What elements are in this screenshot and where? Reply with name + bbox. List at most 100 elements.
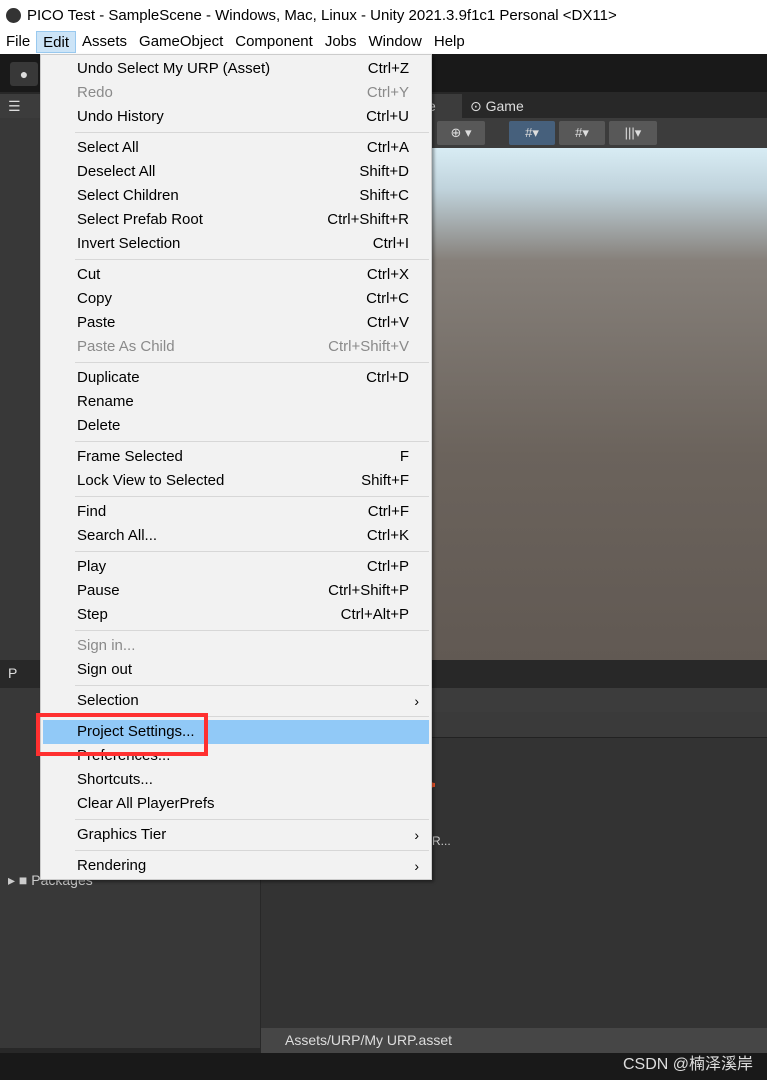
menu-item-undo-select-my-urp-asset[interactable]: Undo Select My URP (Asset) Ctrl+Z bbox=[41, 57, 431, 81]
menu-item-sign-out[interactable]: Sign out bbox=[41, 658, 431, 682]
menu-gameobject[interactable]: GameObject bbox=[133, 31, 229, 53]
menu-item-step[interactable]: Step Ctrl+Alt+P bbox=[41, 603, 431, 627]
menu-edit[interactable]: Edit bbox=[36, 31, 77, 53]
menu-item-label: Undo Select My URP (Asset) bbox=[77, 60, 271, 77]
menu-help[interactable]: Help bbox=[428, 31, 471, 53]
menu-item-label: Select Prefab Root bbox=[77, 211, 203, 228]
menu-item-shortcut: Ctrl+D bbox=[366, 369, 409, 386]
scene-view[interactable] bbox=[432, 148, 767, 660]
ruler-button[interactable]: |||▾ bbox=[609, 121, 657, 145]
menu-item-undo-history[interactable]: Undo History Ctrl+U bbox=[41, 105, 431, 129]
menu-assets[interactable]: Assets bbox=[76, 31, 133, 53]
menu-item-lock-view-to-selected[interactable]: Lock View to Selected Shift+F bbox=[41, 469, 431, 493]
menu-item-label: Play bbox=[77, 558, 107, 575]
menu-item-shortcut: Ctrl+Y bbox=[366, 84, 409, 101]
menu-item-graphics-tier[interactable]: Graphics Tier › bbox=[41, 823, 431, 847]
menu-item-shortcut: Ctrl+Shift+R bbox=[327, 211, 409, 228]
menu-item-shortcut: Shift+C bbox=[359, 187, 409, 204]
menu-item-label: Sign out bbox=[77, 661, 133, 678]
grid-snap-button[interactable]: #▾ bbox=[509, 121, 555, 145]
unity-logo-icon bbox=[6, 7, 21, 23]
tab-hierarchy[interactable]: ☰ H bbox=[0, 94, 40, 138]
menu-item-label: Invert Selection bbox=[77, 235, 181, 252]
chevron-right-icon: › bbox=[414, 858, 419, 874]
account-button[interactable]: ● bbox=[10, 62, 38, 86]
menu-item-label: Undo History bbox=[77, 108, 164, 125]
menu-item-shortcut: Ctrl+Shift+V bbox=[328, 338, 409, 355]
menu-separator bbox=[41, 438, 431, 445]
menu-item-label: Selection bbox=[77, 692, 139, 709]
watermark: CSDN @楠泽溪岸 bbox=[622, 1056, 753, 1073]
menu-item-pause[interactable]: Pause Ctrl+Shift+P bbox=[41, 579, 431, 603]
menu-item-copy[interactable]: Copy Ctrl+C bbox=[41, 287, 431, 311]
menu-item-shortcut: F bbox=[399, 448, 409, 465]
menu-item-selection[interactable]: Selection › bbox=[41, 689, 431, 713]
menu-item-label: Sign in... bbox=[77, 637, 136, 654]
gamepad-icon: ⊙ bbox=[470, 98, 482, 114]
menu-item-shortcut: Ctrl+V bbox=[366, 314, 409, 331]
menu-item-clear-all-playerprefs[interactable]: Clear All PlayerPrefs bbox=[41, 792, 431, 816]
menu-component[interactable]: Component bbox=[229, 31, 319, 53]
menu-item-duplicate[interactable]: Duplicate Ctrl+D bbox=[41, 366, 431, 390]
menu-item-label: Step bbox=[77, 606, 108, 623]
menu-item-rendering[interactable]: Rendering › bbox=[41, 854, 431, 878]
menu-item-label: Copy bbox=[77, 290, 113, 307]
menu-separator bbox=[41, 493, 431, 500]
menu-item-shortcut: Ctrl+Z bbox=[367, 60, 409, 77]
menu-item-search-all[interactable]: Search All... Ctrl+K bbox=[41, 524, 431, 548]
menu-bar: File Edit Assets GameObject Component Jobs Win… bbox=[0, 30, 767, 54]
menu-item-shortcut: Ctrl+U bbox=[366, 108, 409, 125]
tab-label: Game bbox=[485, 98, 524, 114]
menu-item-select-children[interactable]: Select Children Shift+C bbox=[41, 184, 431, 208]
global-toggle-button[interactable]: ⊕ ▾ bbox=[437, 121, 485, 145]
snap-increment-button[interactable]: #▾ bbox=[559, 121, 605, 145]
menu-item-label: Search All... bbox=[77, 527, 158, 544]
menu-item-label: Delete bbox=[77, 417, 121, 434]
menu-item-rename[interactable]: Rename bbox=[41, 390, 431, 414]
menu-item-find[interactable]: Find Ctrl+F bbox=[41, 500, 431, 524]
menu-item-shortcut: Ctrl+X bbox=[366, 266, 409, 283]
menu-item-cut[interactable]: Cut Ctrl+X bbox=[41, 263, 431, 287]
chevron-right-icon: › bbox=[414, 693, 419, 709]
menu-item-paste-as-child: Paste As Child Ctrl+Shift+V bbox=[41, 335, 431, 359]
menu-item-deselect-all[interactable]: Deselect All Shift+D bbox=[41, 160, 431, 184]
menu-item-frame-selected[interactable]: Frame Selected F bbox=[41, 445, 431, 469]
menu-item-label: Deselect All bbox=[77, 163, 156, 180]
menu-item-delete[interactable]: Delete bbox=[41, 414, 431, 438]
menu-file[interactable]: File bbox=[0, 31, 36, 53]
menu-jobs[interactable]: Jobs bbox=[319, 31, 363, 53]
menu-item-shortcut: Ctrl+A bbox=[366, 139, 409, 156]
menu-item-label: Cut bbox=[77, 266, 101, 283]
menu-item-label: Select Children bbox=[77, 187, 179, 204]
window-title: PICO Test - SampleScene - Windows, Mac, … bbox=[27, 6, 617, 24]
menu-item-label: Graphics Tier bbox=[77, 826, 167, 843]
menu-item-label: Clear All PlayerPrefs bbox=[77, 795, 215, 812]
menu-item-label: Shortcuts... bbox=[77, 771, 153, 788]
tab-game[interactable]: ⊙ Game bbox=[462, 94, 552, 118]
menu-item-label: Pause bbox=[77, 582, 120, 599]
menu-item-shortcut: Shift+D bbox=[359, 163, 409, 180]
menu-separator bbox=[41, 256, 431, 263]
menu-item-shortcut: Ctrl+P bbox=[366, 558, 409, 575]
menu-item-label: Lock View to Selected bbox=[77, 472, 225, 489]
menu-separator bbox=[41, 129, 431, 136]
menu-separator bbox=[41, 847, 431, 854]
menu-item-play[interactable]: Play Ctrl+P bbox=[41, 555, 431, 579]
menu-item-label: Rendering bbox=[77, 857, 147, 874]
asset-label: R... bbox=[432, 834, 451, 848]
menu-item-paste[interactable]: Paste Ctrl+V bbox=[41, 311, 431, 335]
menu-item-sign-in: Sign in... bbox=[41, 634, 431, 658]
menu-window[interactable]: Window bbox=[363, 31, 428, 53]
menu-item-shortcut: Ctrl+F bbox=[367, 503, 409, 520]
menu-item-label: Paste bbox=[77, 314, 116, 331]
menu-item-shortcut: Ctrl+K bbox=[366, 527, 409, 544]
menu-item-select-all[interactable]: Select All Ctrl+A bbox=[41, 136, 431, 160]
tab-project[interactable]: P bbox=[8, 665, 17, 681]
menu-item-shortcut: Ctrl+C bbox=[366, 290, 409, 307]
title-bar: PICO Test - SampleScene - Windows, Mac, … bbox=[0, 0, 767, 30]
menu-item-shortcut: Ctrl+I bbox=[372, 235, 409, 252]
menu-item-label: Duplicate bbox=[77, 369, 140, 386]
menu-item-shortcuts[interactable]: Shortcuts... bbox=[41, 768, 431, 792]
menu-item-select-prefab-root[interactable]: Select Prefab Root Ctrl+Shift+R bbox=[41, 208, 431, 232]
menu-item-invert-selection[interactable]: Invert Selection Ctrl+I bbox=[41, 232, 431, 256]
